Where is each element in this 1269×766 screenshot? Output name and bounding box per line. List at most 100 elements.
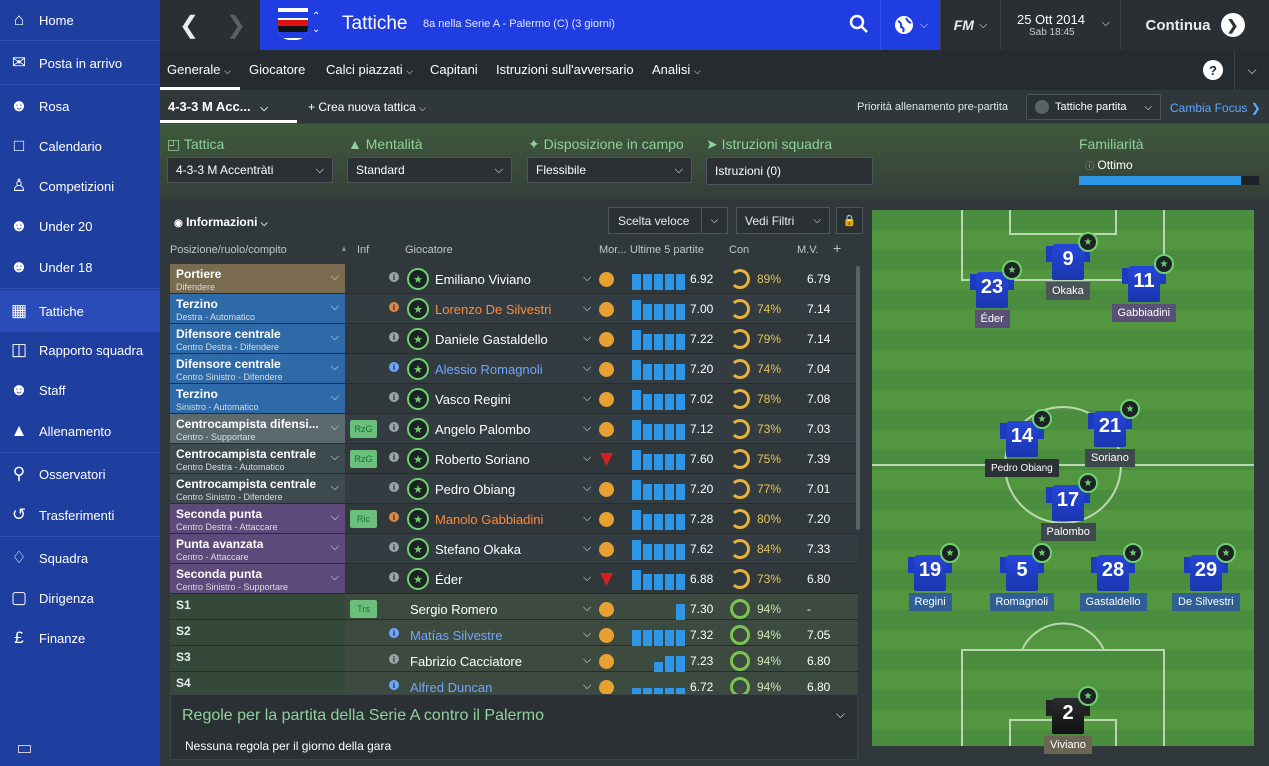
player-name[interactable]: Alfred Duncan xyxy=(410,680,492,695)
globe-menu-button[interactable]: ⌵ xyxy=(880,0,940,50)
player-name[interactable]: Stefano Okaka xyxy=(435,542,521,557)
back-arrow-icon[interactable]: ❮ xyxy=(165,0,213,50)
chevron-down-icon[interactable]: ⌵ xyxy=(836,707,845,722)
tactic-dropdown[interactable]: 4-3-3 M Accentràti ⌵ xyxy=(167,157,333,183)
tab-capitani[interactable]: Capitani xyxy=(430,62,478,77)
player-shirt-icon[interactable]: 17 ★ xyxy=(1046,473,1098,521)
player-name[interactable]: Roberto Soriano xyxy=(435,452,530,467)
change-focus-link[interactable]: Cambia Focus ❯ xyxy=(1170,101,1261,115)
player-info-icon[interactable]: i xyxy=(389,362,399,372)
table-row[interactable]: Difensore centrale Centro Destra - Difend… xyxy=(170,324,858,354)
player-shirt-icon[interactable]: 14 ★ xyxy=(1000,409,1052,457)
table-row[interactable]: Difensore centrale Centro Sinistro - Dife… xyxy=(170,354,858,384)
player-info-icon[interactable]: i xyxy=(389,680,399,690)
player-shirt-icon[interactable]: 29 ★ xyxy=(1184,543,1236,591)
player-chevron-icon[interactable]: ⌵ xyxy=(583,654,591,667)
search-icon[interactable] xyxy=(849,14,869,39)
player-chevron-icon[interactable]: ⌵ xyxy=(583,542,591,555)
player-shirt-icon[interactable]: 23 ★ xyxy=(970,260,1022,308)
table-row[interactable]: Centrocampista difensi... Centro - Suppor… xyxy=(170,414,858,444)
tab-calci-piazzati[interactable]: Calci piazzati ⌵ xyxy=(326,62,413,77)
role-selector[interactable]: Terzino Sinistro - Automatico ⌵ xyxy=(170,384,345,413)
tab-analisi[interactable]: Analisi ⌵ xyxy=(652,62,701,77)
help-icon[interactable]: ? xyxy=(1203,60,1223,80)
table-row[interactable]: Terzino Sinistro - Automatico ⌵ i ★ Vasco Reg… xyxy=(170,384,858,414)
role-selector[interactable]: Seconda punta Centro Destra - Attaccare ⌵ xyxy=(170,504,345,533)
player-chevron-icon[interactable]: ⌵ xyxy=(583,422,591,435)
player-name[interactable]: Angelo Palombo xyxy=(435,422,530,437)
player-name[interactable]: Manolo Gabbiadini xyxy=(435,512,543,527)
sub-row[interactable]: S3 i Fabrizio Cacciatore ⌵ 7.23 94% 6.80 xyxy=(170,646,858,672)
view-filters-dropdown[interactable]: Vedi Filtri ⌵ xyxy=(736,207,830,234)
team-instructions-button[interactable]: Istruzioni (0) xyxy=(706,157,873,185)
tab-generale[interactable]: Generale ⌵ xyxy=(167,62,231,77)
player-info-icon[interactable]: i xyxy=(389,272,399,282)
tab-giocatore[interactable]: Giocatore xyxy=(249,62,305,77)
sidebar-item-home[interactable]: ⌂ Home xyxy=(0,0,160,40)
player-name[interactable]: Pedro Obiang xyxy=(435,482,515,497)
tab-istruzioni-avversario[interactable]: Istruzioni sull'avversario xyxy=(496,62,634,77)
sidebar-item-trasferimenti[interactable]: ↺ Trasferimenti xyxy=(0,494,160,536)
pitch-player-name[interactable]: Regini xyxy=(908,593,952,611)
club-switch-icon[interactable]: ⌃ ⌄ xyxy=(312,10,320,36)
player-info-icon[interactable]: i xyxy=(389,332,399,342)
player-info-icon[interactable]: i xyxy=(389,628,399,638)
continue-button[interactable]: Continua ❯ xyxy=(1120,0,1269,50)
role-selector[interactable]: Seconda punta Centro Sinistro - Supportar… xyxy=(170,564,345,593)
shape-dropdown[interactable]: Flessibile ⌵ xyxy=(527,157,692,183)
fm-menu-button[interactable]: FM ⌵ xyxy=(940,0,1000,50)
role-selector[interactable]: Centrocampista centrale Centro Sinistro -… xyxy=(170,474,345,503)
table-row[interactable]: Centrocampista centrale Centro Destra - A… xyxy=(170,444,858,474)
pitch-player-name[interactable]: Okaka xyxy=(1046,282,1090,300)
pitch-player-name[interactable]: Soriano xyxy=(1085,449,1135,467)
training-priority-dropdown[interactable]: Tattiche partita ⌵ xyxy=(1026,94,1161,120)
player-shirt-icon[interactable]: 5 ★ xyxy=(1000,543,1052,591)
sidebar-item-under-20[interactable]: ☻ Under 20 xyxy=(0,206,160,246)
player-shirt-icon[interactable]: 9 ★ xyxy=(1046,232,1098,280)
add-column-icon[interactable]: + xyxy=(833,240,841,256)
table-row[interactable]: Punta avanzata Centro - Attaccare ⌵ i ★ Stefa… xyxy=(170,534,858,564)
player-name[interactable]: Lorenzo De Silvestri xyxy=(435,302,551,317)
role-selector[interactable]: Punta avanzata Centro - Attaccare ⌵ xyxy=(170,534,345,563)
forward-arrow-icon[interactable]: ❯ xyxy=(212,0,260,50)
player-shirt-icon[interactable]: 21 ★ xyxy=(1088,399,1140,447)
role-selector[interactable]: Centrocampista difensi... Centro - Suppor… xyxy=(170,414,345,443)
more-menu-chevron-icon[interactable]: ⌵ xyxy=(1234,50,1269,90)
player-chevron-icon[interactable]: ⌵ xyxy=(583,392,591,405)
sidebar-item-finanze[interactable]: £ Finanze xyxy=(0,618,160,658)
player-chevron-icon[interactable]: ⌵ xyxy=(583,482,591,495)
player-chevron-icon[interactable]: ⌵ xyxy=(583,512,591,525)
col-last5[interactable]: Ultime 5 partite xyxy=(630,244,704,256)
pitch-player-name[interactable]: Gabbiadini xyxy=(1111,304,1177,322)
table-row[interactable]: Terzino Destra - Automatico ⌵ i ★ Lorenzo De … xyxy=(170,294,858,324)
table-row[interactable]: Portiere Difendere ⌵ i ★ Emiliano Viviano ⌵ 6.9… xyxy=(170,264,858,294)
col-avg-rating[interactable]: M.V. xyxy=(797,244,819,256)
player-shirt-icon[interactable]: 2 ★ xyxy=(1046,686,1098,734)
role-selector[interactable]: Centrocampista centrale Centro Destra - A… xyxy=(170,444,345,473)
sidebar-item-osservatori[interactable]: ⚲ Osservatori xyxy=(0,454,160,494)
col-condition[interactable]: Con xyxy=(729,244,749,256)
pitch-player-name[interactable]: De Silvestri xyxy=(1172,593,1240,611)
col-morale[interactable]: Mor... xyxy=(599,244,627,256)
create-tactic-button[interactable]: + Crea nuova tattica ⌵ xyxy=(308,100,426,114)
role-selector[interactable]: Portiere Difendere ⌵ xyxy=(170,264,345,293)
player-name[interactable]: Sergio Romero xyxy=(410,602,497,617)
sidebar-item-under-18[interactable]: ☻ Under 18 xyxy=(0,246,160,288)
sub-row[interactable]: S1 Trs Sergio Romero ⌵ 7.30 94% - xyxy=(170,594,858,620)
player-info-icon[interactable]: i xyxy=(389,482,399,492)
pitch-player-name[interactable]: Romagnoli xyxy=(989,593,1055,611)
player-chevron-icon[interactable]: ⌵ xyxy=(583,302,591,315)
quick-pick-button[interactable]: Scelta veloce ⌵ xyxy=(608,207,728,234)
col-role[interactable]: Posizione/ruolo/compito xyxy=(170,244,287,256)
table-scrollbar[interactable] xyxy=(856,266,860,530)
player-info-icon[interactable]: i xyxy=(389,572,399,582)
pitch-player-name[interactable]: Gastaldello xyxy=(1079,593,1147,611)
role-selector[interactable]: Difensore centrale Centro Sinistro - Dife… xyxy=(170,354,345,383)
player-info-icon[interactable]: i xyxy=(389,392,399,402)
sidebar-item-squadra[interactable]: ♢ Squadra xyxy=(0,538,160,578)
club-crest-icon[interactable] xyxy=(278,8,308,40)
player-chevron-icon[interactable]: ⌵ xyxy=(583,452,591,465)
sidebar-item-calendario[interactable]: □ Calendario xyxy=(0,126,160,166)
player-info-icon[interactable]: i xyxy=(389,452,399,462)
player-chevron-icon[interactable]: ⌵ xyxy=(583,628,591,641)
